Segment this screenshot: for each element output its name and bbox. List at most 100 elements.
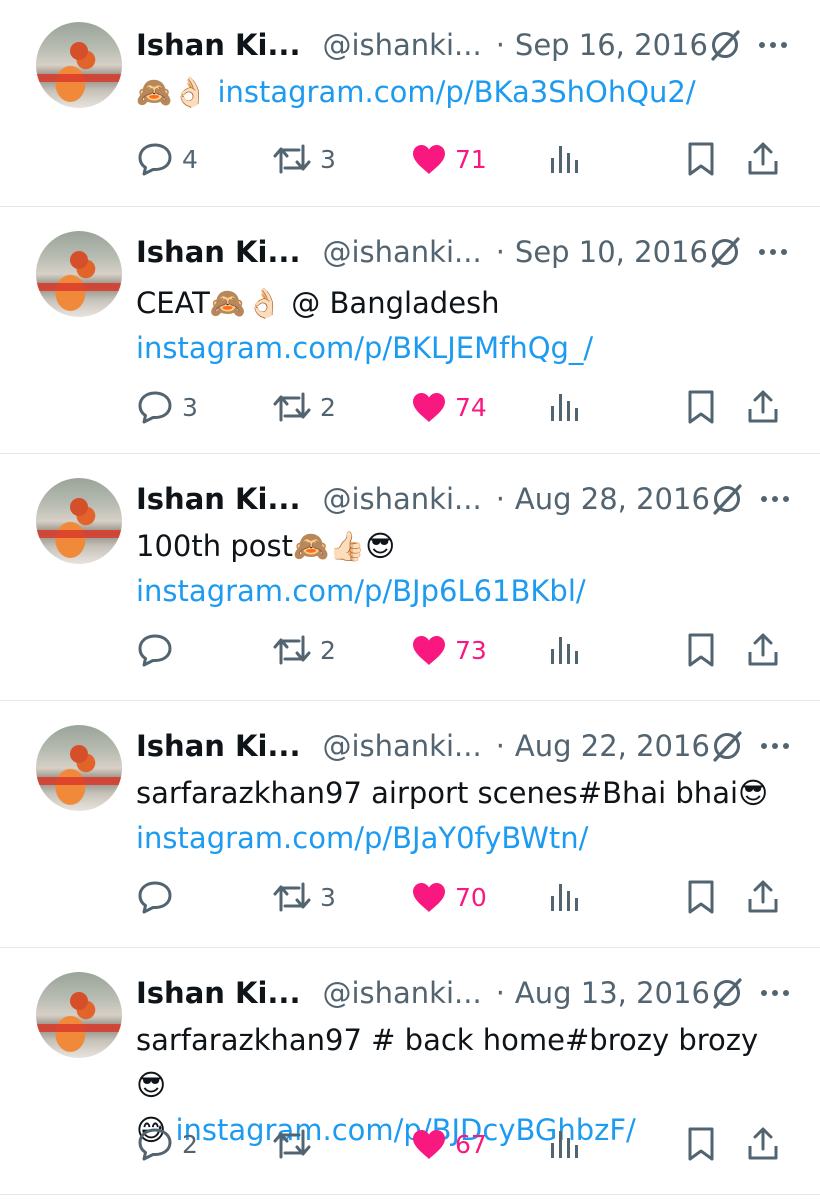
share-button[interactable] bbox=[746, 139, 780, 179]
avatar[interactable] bbox=[36, 972, 122, 1058]
share-upload-icon bbox=[746, 879, 780, 915]
grok-icon[interactable] bbox=[710, 726, 744, 766]
views-button[interactable] bbox=[547, 387, 581, 427]
comment-bubble-icon bbox=[136, 632, 174, 668]
views-button[interactable] bbox=[547, 877, 581, 917]
comment-bubble-icon bbox=[136, 879, 174, 915]
reply-button[interactable]: 3 bbox=[136, 387, 198, 427]
separator-dot: · bbox=[495, 482, 505, 516]
share-button[interactable] bbox=[746, 1124, 780, 1164]
like-button[interactable]: 67 bbox=[411, 1124, 487, 1164]
user-handle[interactable]: @ishanki... bbox=[322, 482, 481, 516]
tweet-date[interactable]: Sep 16, 2016 bbox=[515, 28, 708, 62]
action-bar: 3 2 74 bbox=[0, 387, 820, 427]
tweet-link[interactable]: instagram.com/p/BJaY0fyBWtn/ bbox=[136, 816, 780, 861]
more-dots-icon[interactable] bbox=[760, 973, 790, 1013]
bookmark-button[interactable] bbox=[686, 387, 716, 427]
share-button[interactable] bbox=[746, 387, 780, 427]
bookmark-button[interactable] bbox=[686, 630, 716, 670]
more-dots-icon[interactable] bbox=[760, 479, 790, 519]
tweet-body: 100th post🙈👍🏻😎 bbox=[136, 529, 396, 563]
display-name[interactable]: Ishan Ki... bbox=[136, 28, 300, 62]
share-button[interactable] bbox=[746, 630, 780, 670]
views-button[interactable] bbox=[547, 1124, 581, 1164]
tweet-text: 100th post🙈👍🏻😎 instagram.com/p/BJp6L61BK… bbox=[136, 524, 780, 614]
retweet-icon bbox=[272, 1127, 312, 1161]
more-dots-icon[interactable] bbox=[758, 25, 788, 65]
retweet-button[interactable]: 3 bbox=[272, 139, 336, 179]
retweet-button[interactable]: 3 bbox=[272, 877, 336, 917]
grok-icon[interactable] bbox=[708, 232, 742, 272]
tweet-date[interactable]: Aug 22, 2016 bbox=[515, 729, 710, 763]
share-upload-icon bbox=[746, 141, 780, 177]
bookmark-button[interactable] bbox=[686, 877, 716, 917]
avatar[interactable] bbox=[36, 478, 122, 564]
tweet-2[interactable]: Ishan Ki... @ishanki... · Sep 10, 2016 C… bbox=[0, 207, 820, 454]
reply-button[interactable] bbox=[136, 630, 182, 670]
share-upload-icon bbox=[746, 1126, 780, 1162]
tweet-body: sarfarazkhan97 airport scenes#Bhai bhai😎 bbox=[136, 776, 769, 810]
heart-filled-icon bbox=[411, 634, 447, 666]
separator-dot: · bbox=[495, 28, 505, 62]
more-dots-icon[interactable] bbox=[760, 726, 790, 766]
bookmark-icon bbox=[686, 389, 716, 425]
retweet-icon bbox=[272, 142, 312, 176]
user-handle[interactable]: @ishanki... bbox=[322, 28, 481, 62]
like-button[interactable]: 70 bbox=[411, 877, 487, 917]
retweet-icon bbox=[272, 390, 312, 424]
user-handle[interactable]: @ishanki... bbox=[322, 729, 481, 763]
views-button[interactable] bbox=[547, 139, 581, 179]
display-name[interactable]: Ishan Ki... bbox=[136, 976, 300, 1010]
heart-filled-icon bbox=[411, 881, 447, 913]
views-button[interactable] bbox=[547, 630, 581, 670]
like-count: 74 bbox=[455, 392, 487, 422]
retweet-button[interactable]: 2 bbox=[272, 630, 336, 670]
tweet-date[interactable]: Aug 28, 2016 bbox=[515, 482, 710, 516]
tweet-1[interactable]: Ishan Ki... @ishanki... · Sep 16, 2016 🙈… bbox=[0, 0, 820, 207]
share-upload-icon bbox=[746, 632, 780, 668]
bookmark-button[interactable] bbox=[686, 1124, 716, 1164]
tweet-3[interactable]: Ishan Ki... @ishanki... · Aug 28, 2016 1… bbox=[0, 454, 820, 701]
reply-count: 2 bbox=[182, 1129, 198, 1159]
like-button[interactable]: 73 bbox=[411, 630, 487, 670]
bookmark-button[interactable] bbox=[686, 139, 716, 179]
action-bar: 2 73 bbox=[0, 630, 820, 670]
grok-icon[interactable] bbox=[710, 973, 744, 1013]
share-button[interactable] bbox=[746, 877, 780, 917]
display-name[interactable]: Ishan Ki... bbox=[136, 729, 300, 763]
tweet-body: sarfarazkhan97 # back home#brozy brozy😎 bbox=[136, 1023, 759, 1102]
grok-icon[interactable] bbox=[708, 25, 742, 65]
like-count: 71 bbox=[455, 144, 487, 174]
tweet-text: sarfarazkhan97 airport scenes#Bhai bhai😎… bbox=[136, 771, 780, 861]
tweet-date[interactable]: Aug 13, 2016 bbox=[515, 976, 710, 1010]
separator-dot: · bbox=[495, 729, 505, 763]
tweet-link[interactable]: instagram.com/p/BKa3ShOhQu2/ bbox=[217, 75, 695, 109]
retweet-button[interactable]: 2 bbox=[272, 387, 336, 427]
reply-button[interactable]: 2 bbox=[136, 1124, 198, 1164]
user-handle[interactable]: @ishanki... bbox=[322, 235, 481, 269]
tweet-link[interactable]: instagram.com/p/BJp6L61BKbl/ bbox=[136, 569, 780, 614]
more-dots-icon[interactable] bbox=[758, 232, 788, 272]
avatar[interactable] bbox=[36, 725, 122, 811]
grok-icon[interactable] bbox=[710, 479, 744, 519]
tweet-5[interactable]: Ishan Ki... @ishanki... · Aug 13, 2016 s… bbox=[0, 948, 820, 1195]
tweet-link[interactable]: instagram.com/p/BKLJEMfhQg_/ bbox=[136, 326, 780, 371]
reply-button[interactable] bbox=[136, 877, 182, 917]
retweet-count: 2 bbox=[320, 635, 336, 665]
heart-filled-icon bbox=[411, 391, 447, 423]
retweet-button[interactable] bbox=[272, 1124, 320, 1164]
reply-button[interactable]: 4 bbox=[136, 139, 198, 179]
user-handle[interactable]: @ishanki... bbox=[322, 976, 481, 1010]
display-name[interactable]: Ishan Ki... bbox=[136, 482, 300, 516]
comment-bubble-icon bbox=[136, 1126, 174, 1162]
heart-filled-icon bbox=[411, 1128, 447, 1160]
avatar[interactable] bbox=[36, 22, 122, 108]
reply-count: 3 bbox=[182, 392, 198, 422]
tweet-4[interactable]: Ishan Ki... @ishanki... · Aug 22, 2016 s… bbox=[0, 701, 820, 948]
tweet-date[interactable]: Sep 10, 2016 bbox=[515, 235, 708, 269]
action-bar: 3 70 bbox=[0, 877, 820, 917]
like-button[interactable]: 71 bbox=[411, 139, 487, 179]
display-name[interactable]: Ishan Ki... bbox=[136, 235, 300, 269]
like-button[interactable]: 74 bbox=[411, 387, 487, 427]
avatar[interactable] bbox=[36, 231, 122, 317]
